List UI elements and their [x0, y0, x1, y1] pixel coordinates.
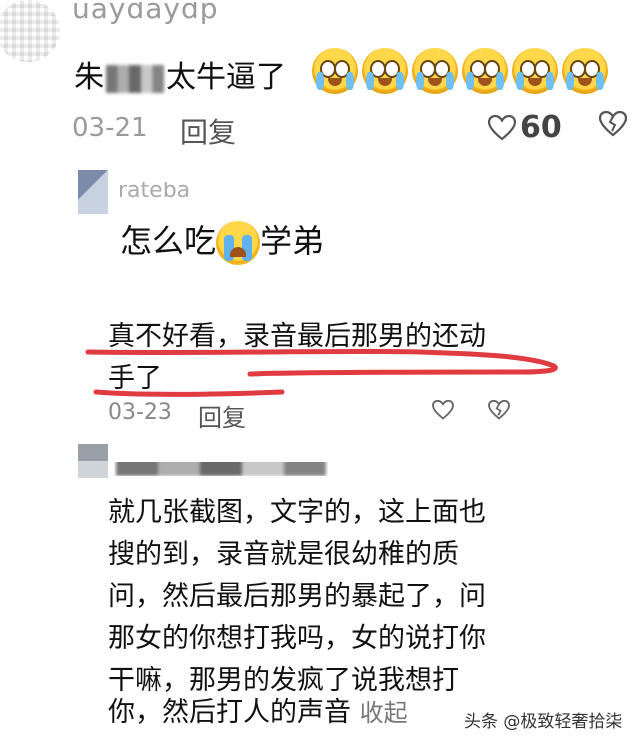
reply-button[interactable]: 回复: [198, 398, 246, 433]
comment-text-line: 那女的你想打我吗，女的说打你: [108, 623, 486, 654]
watermark: 头条 @极致轻奢拾柒: [460, 705, 627, 734]
comment-text-line: 你，然后打人的声音: [108, 697, 351, 728]
avatar[interactable]: [78, 444, 108, 478]
heart-icon: [432, 399, 454, 420]
comment-text-line: 就几张截图，文字的，这上面也: [108, 497, 486, 528]
comment-text-line: 真不好看，录音最后那男的还动: [108, 321, 486, 352]
comment-text-line: 问，然后最后那男的暴起了，问: [108, 581, 486, 612]
comment-text-last-line: 你，然后打人的声音 收起: [108, 690, 408, 729]
broken-heart-icon: [488, 399, 510, 420]
collapse-button[interactable]: 收起: [360, 699, 408, 727]
comment-text-line: 手了: [108, 363, 162, 394]
comment-text-line: 搜的到，录音就是很幼稚的质: [108, 539, 459, 570]
like-button[interactable]: [432, 398, 454, 426]
dislike-button[interactable]: [488, 398, 510, 426]
comment-date: 03-23: [108, 400, 172, 425]
